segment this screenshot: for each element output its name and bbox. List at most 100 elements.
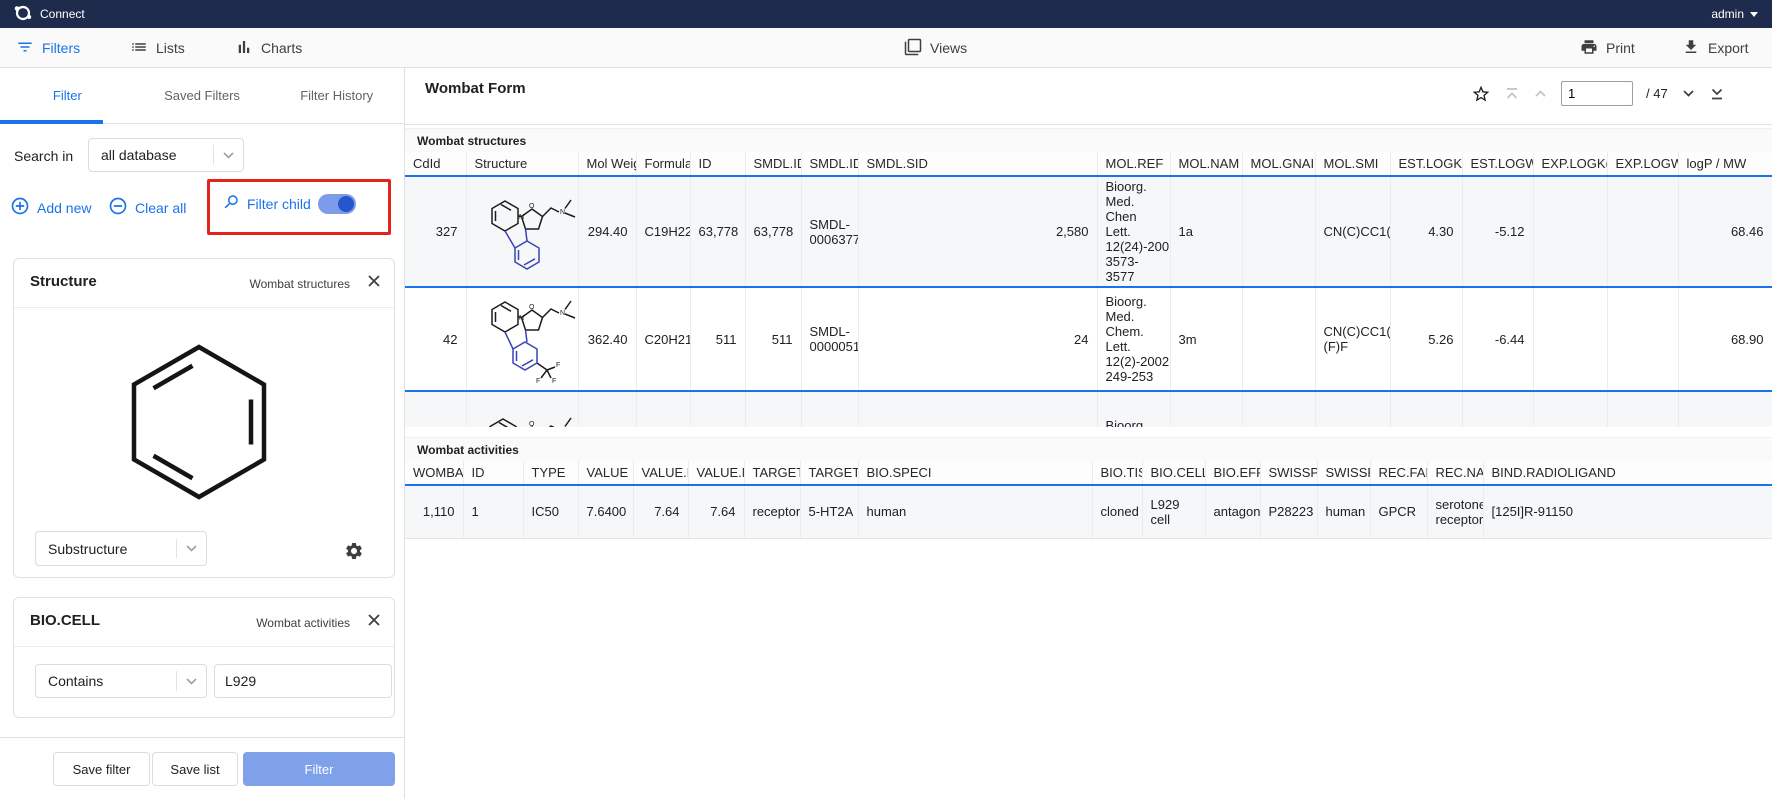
table-cell[interactable]: -5.93 xyxy=(1462,391,1533,427)
table-cell[interactable]: antagonist xyxy=(1205,485,1260,538)
table-cell[interactable]: human xyxy=(1317,485,1370,538)
table-cell[interactable]: 4.95 xyxy=(1390,391,1462,427)
column-header[interactable]: CdId xyxy=(405,152,466,176)
tab-filter[interactable]: Filter xyxy=(0,68,135,123)
column-header[interactable]: SMDL.IDX xyxy=(801,152,858,176)
column-header[interactable]: SWISSP.ID xyxy=(1260,461,1317,485)
table-cell[interactable]: serotonerg receptor xyxy=(1427,485,1483,538)
table-cell[interactable]: 2,580 xyxy=(858,176,1097,287)
last-record-icon[interactable] xyxy=(1709,86,1725,102)
column-header[interactable]: MOL.NAM xyxy=(1170,152,1242,176)
table-row[interactable]: 327 ONN 294.40C19H22N263,77863,778SMDL- … xyxy=(405,176,1772,287)
table-cell[interactable]: 4.30 xyxy=(1390,176,1462,287)
table-cell[interactable]: C19H21Cl xyxy=(636,391,690,427)
table-cell[interactable]: 362.40 xyxy=(578,287,636,391)
table-cell[interactable]: 511 xyxy=(690,287,745,391)
previous-record-icon[interactable] xyxy=(1533,86,1548,101)
save-filter-button[interactable]: Save filter xyxy=(53,752,150,786)
add-new-button[interactable]: Add new xyxy=(10,196,91,219)
column-header[interactable]: EXP.LOGK( xyxy=(1533,152,1607,176)
first-record-icon[interactable] xyxy=(1504,86,1520,102)
filter-child-control[interactable]: Filter child xyxy=(222,193,356,214)
column-header[interactable]: logP / MW xyxy=(1678,152,1772,176)
column-header[interactable]: SWISSP.SF xyxy=(1317,461,1370,485)
table-cell[interactable]: IC50 xyxy=(523,485,578,538)
table-cell[interactable]: 42 xyxy=(405,287,466,391)
column-header[interactable]: Structure xyxy=(466,152,578,176)
filter-button[interactable]: Filter xyxy=(243,752,395,786)
table-cell[interactable] xyxy=(1607,391,1678,427)
table-cell[interactable]: 24 xyxy=(858,287,1097,391)
column-header[interactable]: Mol Weigh xyxy=(578,152,636,176)
table-cell[interactable] xyxy=(1242,287,1315,391)
column-header[interactable]: MOL.SMI xyxy=(1315,152,1390,176)
table-cell[interactable]: receptor xyxy=(744,485,800,538)
table-cell[interactable]: 5-HT2A xyxy=(800,485,858,538)
column-header[interactable]: Formula xyxy=(636,152,690,176)
molecule-structure[interactable]: ONN xyxy=(466,176,578,287)
operator-select[interactable]: Contains xyxy=(35,664,207,698)
table-cell[interactable] xyxy=(1242,176,1315,287)
clear-all-button[interactable]: Clear all xyxy=(108,196,186,219)
table-cell[interactable]: GPCR xyxy=(1370,485,1427,538)
table-cell[interactable]: SMDL- 00063778 xyxy=(801,176,858,287)
column-header[interactable]: REC.NAME xyxy=(1427,461,1483,485)
column-header[interactable]: BIND.RADIOLIGAND xyxy=(1483,461,1772,485)
column-header[interactable]: MOL.GNAI xyxy=(1242,152,1315,176)
table-cell[interactable]: 1a xyxy=(1170,176,1242,287)
table-cell[interactable]: 68.46 xyxy=(1678,176,1772,287)
column-header[interactable]: VALUE.MA xyxy=(688,461,744,485)
table-cell[interactable]: SMDL- 00000511 xyxy=(801,287,858,391)
lists-button[interactable]: Lists xyxy=(130,28,185,68)
column-header[interactable]: SMDL.SID xyxy=(858,152,1097,176)
table-cell[interactable]: Bioorg. Med. Chem. xyxy=(1097,391,1170,427)
print-button[interactable]: Print xyxy=(1580,28,1635,68)
biocell-value-input[interactable] xyxy=(214,664,392,698)
column-header[interactable]: BIO.EFFEC xyxy=(1205,461,1260,485)
table-cell[interactable]: 68.90 xyxy=(1678,287,1772,391)
table-cell[interactable]: C19H22N2 xyxy=(636,176,690,287)
filter-child-toggle[interactable] xyxy=(318,194,356,214)
charts-button[interactable]: Charts xyxy=(235,28,302,68)
table-row[interactable]: 43 ONN 328.84C19H21Cl512512SMDL-24Bioorg… xyxy=(405,391,1772,427)
table-cell[interactable]: L929 cell xyxy=(1142,485,1205,538)
tab-filter-history[interactable]: Filter History xyxy=(269,68,404,123)
column-header[interactable]: TARGET.TY xyxy=(744,461,800,485)
molecule-structure[interactable]: ONN FFF xyxy=(466,287,578,391)
table-cell[interactable]: SMDL- xyxy=(801,391,858,427)
table-cell[interactable]: 63,778 xyxy=(745,176,801,287)
filters-button[interactable]: Filters xyxy=(16,28,80,68)
table-cell[interactable]: CN(C)CC1( xyxy=(1315,176,1390,287)
table-cell[interactable]: 512 xyxy=(745,391,801,427)
column-header[interactable]: VALUE.MII xyxy=(633,461,688,485)
table-cell[interactable]: 7.6400 xyxy=(578,485,633,538)
table-cell[interactable] xyxy=(1533,176,1607,287)
next-record-icon[interactable] xyxy=(1681,86,1696,101)
table-cell[interactable] xyxy=(1533,391,1607,427)
table-cell[interactable]: 3m xyxy=(1170,287,1242,391)
column-header[interactable]: BIO.SPECI xyxy=(858,461,1092,485)
table-cell[interactable]: CN(C)CC1( (F)F xyxy=(1315,287,1390,391)
table-cell[interactable]: 5.26 xyxy=(1390,287,1462,391)
table-cell[interactable] xyxy=(1533,287,1607,391)
column-header[interactable]: BIO.TISSU xyxy=(1092,461,1142,485)
table-cell[interactable]: cloned xyxy=(1092,485,1142,538)
column-header[interactable]: WOMBAT_ xyxy=(405,461,463,485)
table-cell[interactable]: 66.48 xyxy=(1678,391,1772,427)
user-menu[interactable]: admin xyxy=(1711,7,1758,21)
table-cell[interactable]: 1 xyxy=(463,485,523,538)
molecule-structure[interactable]: ONN xyxy=(466,391,578,427)
table-row[interactable]: 1,1101IC507.64007.647.64receptor5-HT2Ahu… xyxy=(405,485,1772,538)
table-cell[interactable]: 24 xyxy=(858,391,1097,427)
column-header[interactable]: MOL.REF xyxy=(1097,152,1170,176)
views-button[interactable]: Views xyxy=(904,28,967,68)
column-header[interactable]: ID xyxy=(463,461,523,485)
column-header[interactable]: VALUE xyxy=(578,461,633,485)
table-cell[interactable]: -5.12 xyxy=(1462,176,1533,287)
table-cell[interactable] xyxy=(1607,176,1678,287)
benzene-structure-drawing[interactable] xyxy=(114,337,284,512)
column-header[interactable]: SMDL.ID xyxy=(745,152,801,176)
table-cell[interactable]: CN(C)CC1( xyxy=(1315,391,1390,427)
table-cell[interactable]: 328.84 xyxy=(578,391,636,427)
column-header[interactable]: BIO.CELL xyxy=(1142,461,1205,485)
